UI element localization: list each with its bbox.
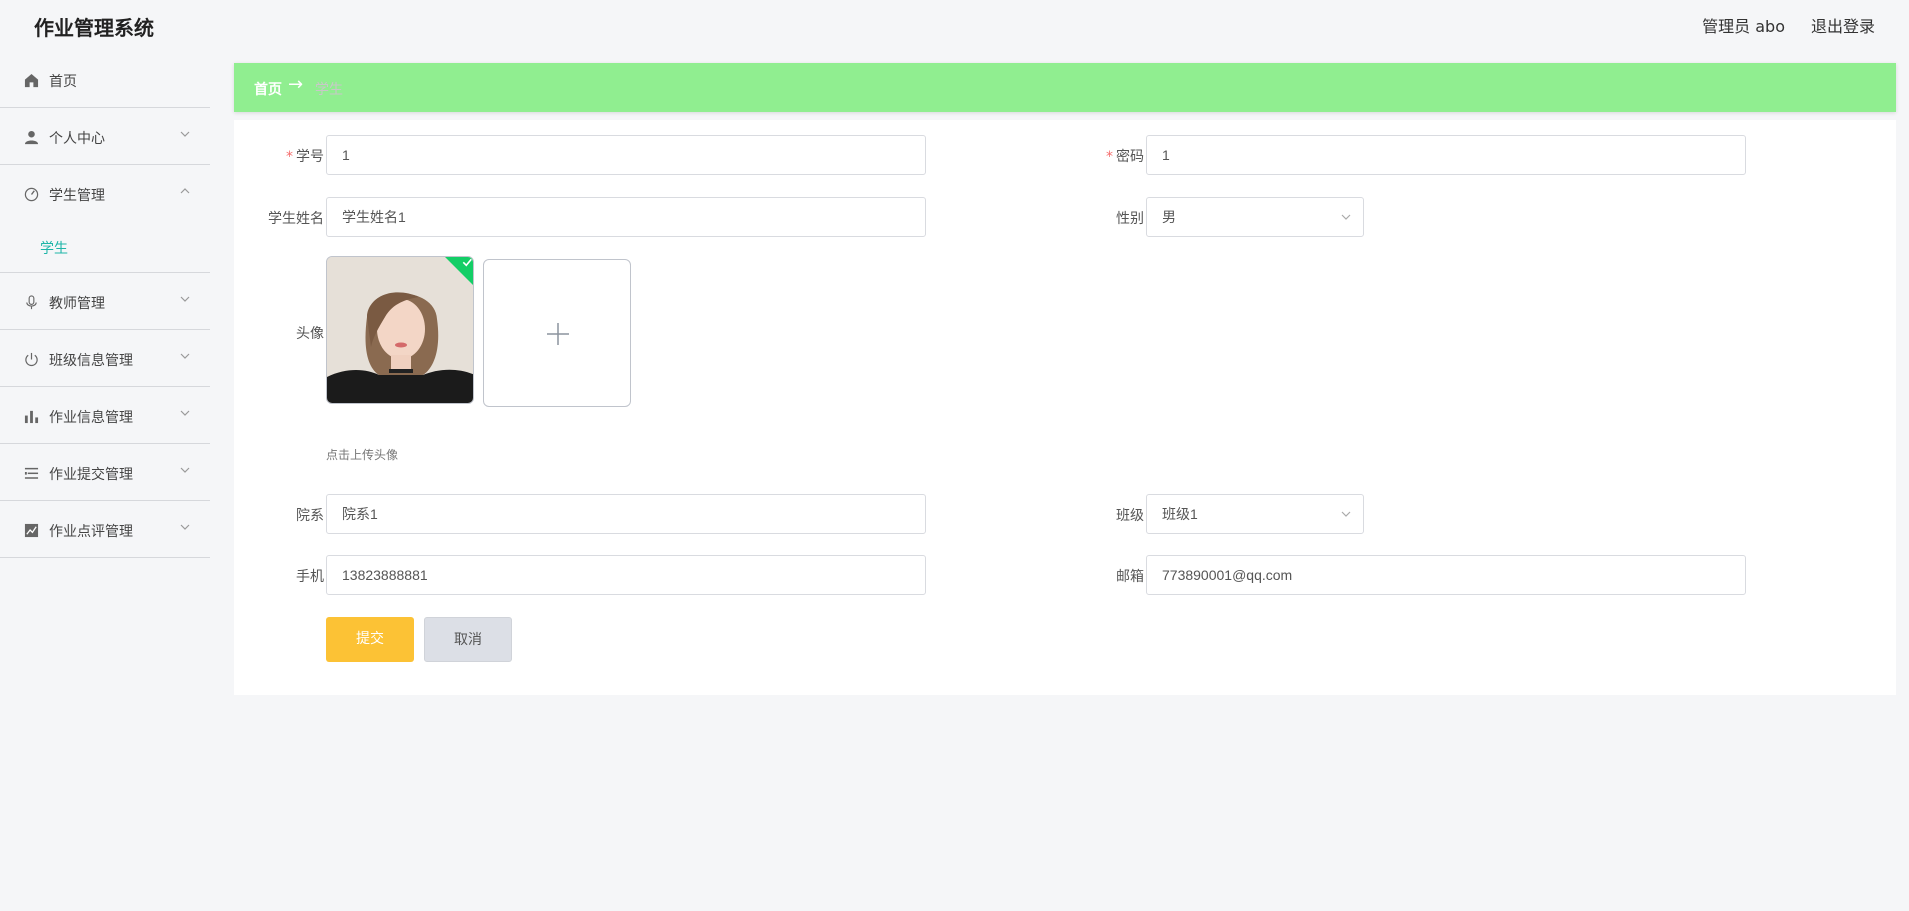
list-icon [24, 467, 39, 479]
password-input[interactable]: 1 [1146, 135, 1746, 175]
sidebar-item-label: 作业提交管理 [49, 467, 133, 483]
student-id-label: * 学号 [286, 149, 324, 165]
student-name-input[interactable]: 学生姓名1 [326, 197, 926, 237]
sidebar-item-classes[interactable]: 班级信息管理 [0, 331, 210, 387]
sidebar-item-profile[interactable]: 个人中心 [0, 109, 210, 165]
breadcrumb-current: 学生 [315, 82, 343, 98]
password-label: * 密码 [1106, 149, 1144, 165]
chevron-down-icon [180, 131, 190, 137]
current-user: 管理员 abo [1702, 17, 1785, 36]
sidebar-item-students[interactable]: 学生管理 [0, 166, 210, 273]
class-value: 班级1 [1162, 506, 1198, 522]
line-chart-icon [24, 523, 39, 538]
phone-label: 手机 [296, 569, 324, 585]
sidebar-item-label: 班级信息管理 [49, 353, 133, 369]
required-mark: * [1106, 149, 1113, 165]
cancel-button[interactable]: 取消 [424, 617, 512, 662]
submit-button[interactable]: 提交 [326, 617, 414, 662]
sidebar-item-label: 作业点评管理 [49, 524, 133, 540]
gender-select[interactable]: 男 [1146, 197, 1364, 237]
student-form: * 学号 1 * 密码 1 学生姓名 学生姓名1 性别 男 头像 点击上传头像 院系… [234, 120, 1896, 695]
student-id-input[interactable]: 1 [326, 135, 926, 175]
gender-label: 性别 [1116, 211, 1144, 227]
chevron-down-icon [180, 410, 190, 416]
logout-button[interactable]: 退出登录 [1811, 13, 1875, 37]
chevron-up-icon [180, 188, 190, 194]
app-title: 作业管理系统 [34, 16, 154, 40]
chevron-down-icon [180, 467, 190, 473]
sidebar-item-teachers[interactable]: 教师管理 [0, 274, 210, 330]
home-icon [24, 73, 39, 88]
dashboard-icon [24, 187, 39, 202]
chevron-down-icon [1341, 214, 1351, 220]
chevron-down-icon [180, 353, 190, 359]
class-select[interactable]: 班级1 [1146, 494, 1364, 534]
chevron-down-icon [180, 296, 190, 302]
sidebar-item-homework-submit[interactable]: 作业提交管理 [0, 445, 210, 501]
avatar-label: 头像 [296, 326, 324, 342]
sidebar-item-home[interactable]: 首页 [0, 52, 210, 108]
microphone-icon [26, 295, 37, 310]
class-label: 班级 [1116, 508, 1144, 524]
sidebar-item-homework-review[interactable]: 作业点评管理 [0, 502, 210, 558]
department-input[interactable]: 院系1 [326, 494, 926, 534]
email-input[interactable]: 773890001@qq.com [1146, 555, 1746, 595]
gender-value: 男 [1162, 209, 1176, 225]
sidebar-item-homework-info[interactable]: 作业信息管理 [0, 388, 210, 444]
user-icon [24, 130, 39, 145]
bar-chart-icon [24, 410, 39, 424]
avatar-upload-button[interactable] [483, 259, 631, 407]
sidebar-item-label: 首页 [49, 74, 77, 90]
sidebar-item-label: 个人中心 [49, 131, 105, 147]
breadcrumb-home[interactable]: 首页 [254, 79, 282, 99]
email-label: 邮箱 [1116, 569, 1144, 585]
student-name-label: 学生姓名 [268, 211, 324, 227]
phone-input[interactable]: 13823888881 [326, 555, 926, 595]
power-icon [25, 352, 38, 367]
required-mark: * [286, 149, 293, 165]
check-icon [462, 258, 472, 267]
sidebar-item-label: 教师管理 [49, 296, 105, 312]
breadcrumb: 首页 → 学生 [234, 63, 1896, 112]
sidebar-item-label: 学生管理 [49, 188, 105, 204]
sidebar-subitem-student[interactable]: 学生 [40, 238, 68, 258]
top-bar: 作业管理系统 管理员 abo 退出登录 [0, 0, 1909, 48]
avatar-upload-tip: 点击上传头像 [326, 448, 399, 462]
avatar-photo [327, 257, 473, 403]
plus-icon [547, 323, 569, 345]
chevron-down-icon [1341, 511, 1351, 517]
breadcrumb-arrow-icon: → [288, 74, 304, 95]
department-label: 院系 [296, 508, 324, 524]
chevron-down-icon [180, 524, 190, 530]
avatar-preview[interactable] [326, 256, 474, 404]
sidebar-item-label: 作业信息管理 [49, 410, 133, 426]
sidebar: 首页 个人中心 学生管理 学生 教师管理 班级信息管理 作业信息管理 作业提交管… [0, 52, 210, 911]
